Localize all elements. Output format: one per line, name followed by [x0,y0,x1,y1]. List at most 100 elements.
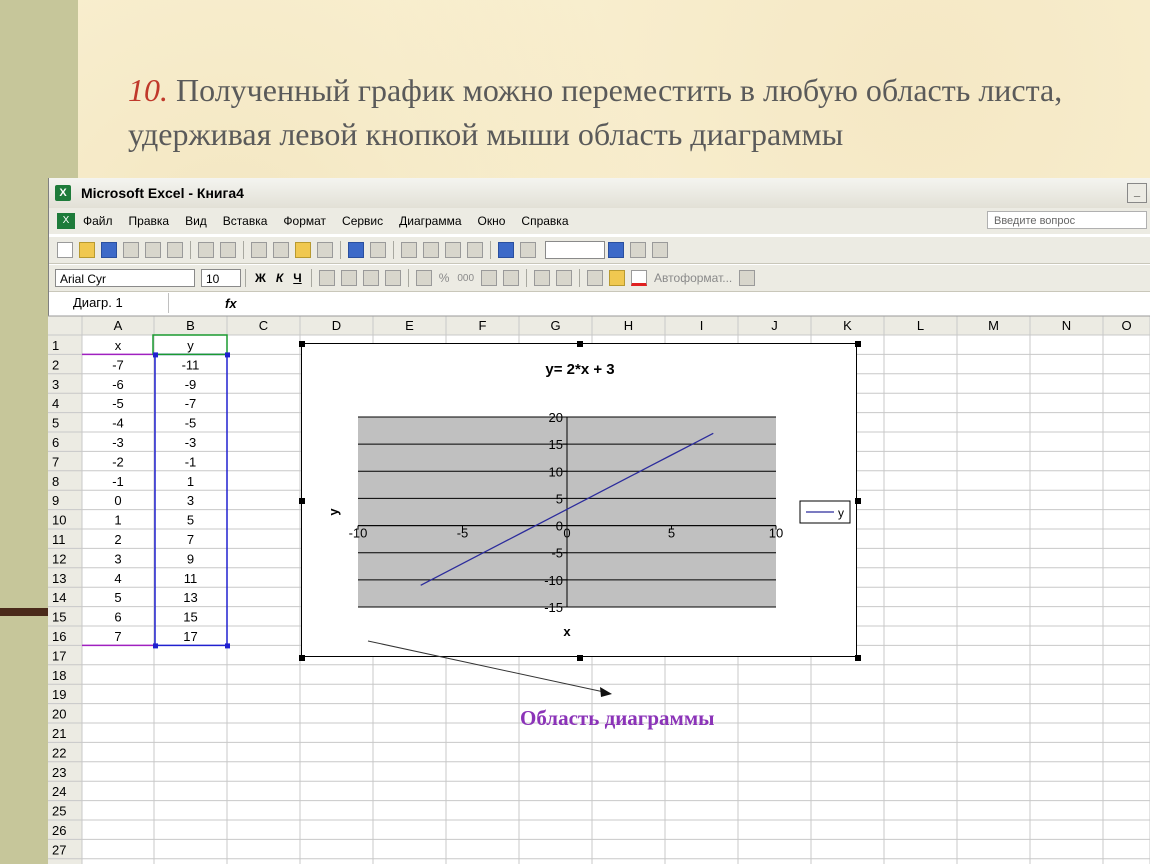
name-box[interactable]: Диагр. 1 [49,293,169,313]
document-icon[interactable]: X [57,213,75,229]
fill-color-icon[interactable] [609,270,626,286]
underline-button[interactable]: Ч [293,271,301,285]
fx-icon[interactable]: fx [225,296,237,311]
save-icon[interactable] [101,242,117,258]
redo-icon[interactable] [370,242,386,258]
menu-file[interactable]: Файл [75,214,121,228]
tick-label-y: 10 [549,464,563,479]
menu-chart[interactable]: Диаграмма [391,214,469,228]
window-title: Microsoft Excel - Книга4 [81,185,244,201]
decrease-decimal-icon[interactable] [503,270,520,286]
separator [407,269,409,287]
percent-button[interactable]: % [439,271,450,285]
borders-icon[interactable] [587,270,604,286]
research-icon[interactable] [220,242,236,258]
sort-asc-icon[interactable] [445,242,461,258]
menu-bar: X Файл Правка Вид Вставка Формат Сервис … [49,208,1150,234]
separator [245,269,246,287]
chart-resize-handle[interactable] [855,655,861,661]
slide-number: 10. [128,72,168,108]
tick-label-x: -10 [349,526,368,541]
align-right-icon[interactable] [362,270,379,286]
format-painter-icon[interactable] [317,242,333,258]
options-icon[interactable] [652,242,668,258]
legend-label: y [838,506,844,520]
tick-label-y: 15 [549,437,563,452]
tick-label-y: 5 [556,491,563,506]
separator [243,241,244,259]
ask-question-input[interactable]: Введите вопрос [987,211,1147,229]
separator [340,241,341,259]
chart-area-label: Область диаграммы [520,706,715,730]
font-size-select[interactable]: 10 [201,269,241,287]
menu-tools[interactable]: Сервис [334,214,391,228]
print-icon[interactable] [145,242,161,258]
y-axis-label: y [326,508,341,516]
tick-label-x: 0 [563,526,570,541]
autoformat-button[interactable]: Автоформат... [654,271,732,285]
spelling-icon[interactable] [198,242,214,258]
tick-label-y: -15 [544,600,563,615]
menu-help[interactable]: Справка [513,214,576,228]
menu-window[interactable]: Окно [470,214,514,228]
hyperlink-icon[interactable] [401,242,417,258]
paste-icon[interactable] [295,242,311,258]
cut-icon[interactable] [251,242,267,258]
copy-icon[interactable] [273,242,289,258]
toolbar-options-icon[interactable] [739,270,756,286]
chart-resize-handle[interactable] [577,655,583,661]
autosum-icon[interactable] [423,242,439,258]
separator [310,269,312,287]
increase-indent-icon[interactable] [556,270,573,286]
thousands-button[interactable]: 000 [457,273,474,284]
chart-resize-handle[interactable] [299,655,305,661]
chart-resize-handle[interactable] [299,498,305,504]
menu-edit[interactable]: Правка [121,214,178,228]
menu-format[interactable]: Формат [275,214,334,228]
formatting-toolbar: Arial Cyr 10 Ж К Ч % 000 Автоформат... [49,264,1150,292]
tick-label-x: 5 [668,526,675,541]
font-name-select[interactable]: Arial Cyr [55,269,195,287]
tick-label-y: -10 [544,573,563,588]
chart-resize-handle[interactable] [577,341,583,347]
italic-button[interactable]: К [276,271,283,285]
align-center-icon[interactable] [340,270,357,286]
align-left-icon[interactable] [318,270,335,286]
increase-decimal-icon[interactable] [481,270,498,286]
sort-desc-icon[interactable] [467,242,483,258]
preview-icon[interactable] [167,242,183,258]
tick-label-y: -5 [551,546,563,561]
undo-icon[interactable] [348,242,364,258]
bold-button[interactable]: Ж [255,271,266,285]
minimize-button[interactable]: _ [1127,183,1147,203]
chart-resize-handle[interactable] [299,341,305,347]
chart-resize-handle[interactable] [855,341,861,347]
zoom-select[interactable] [545,241,605,259]
menu-insert[interactable]: Вставка [215,214,276,228]
decrease-indent-icon[interactable] [534,270,551,286]
new-icon[interactable] [57,242,73,258]
merge-center-icon[interactable] [384,270,401,286]
title-bar: X Microsoft Excel - Книга4 _ [49,178,1150,208]
tick-label-x: 10 [769,526,783,541]
excel-logo-icon: X [55,185,71,201]
open-icon[interactable] [79,242,95,258]
chart-resize-handle[interactable] [855,498,861,504]
currency-icon[interactable] [415,270,432,286]
chart-canvas: y= 2*x + 320151050-5-10-15-10-50510yxy [326,361,851,639]
tick-label-x: -5 [457,526,469,541]
separator [579,269,581,287]
font-color-icon[interactable] [631,270,648,286]
slide-text: Полученный график можно переместить в лю… [128,72,1063,152]
drawing-icon[interactable] [520,242,536,258]
read-icon[interactable] [630,242,646,258]
x-axis-label: x [563,624,571,639]
separator [393,241,394,259]
formula-bar: Диагр. 1 fx [49,292,1150,314]
permission-icon[interactable] [123,242,139,258]
chart-wizard-icon[interactable] [498,242,514,258]
chart-area[interactable]: y= 2*x + 320151050-5-10-15-10-50510yxy [299,341,861,661]
help-icon[interactable] [608,242,624,258]
separator [490,241,491,259]
menu-view[interactable]: Вид [177,214,215,228]
